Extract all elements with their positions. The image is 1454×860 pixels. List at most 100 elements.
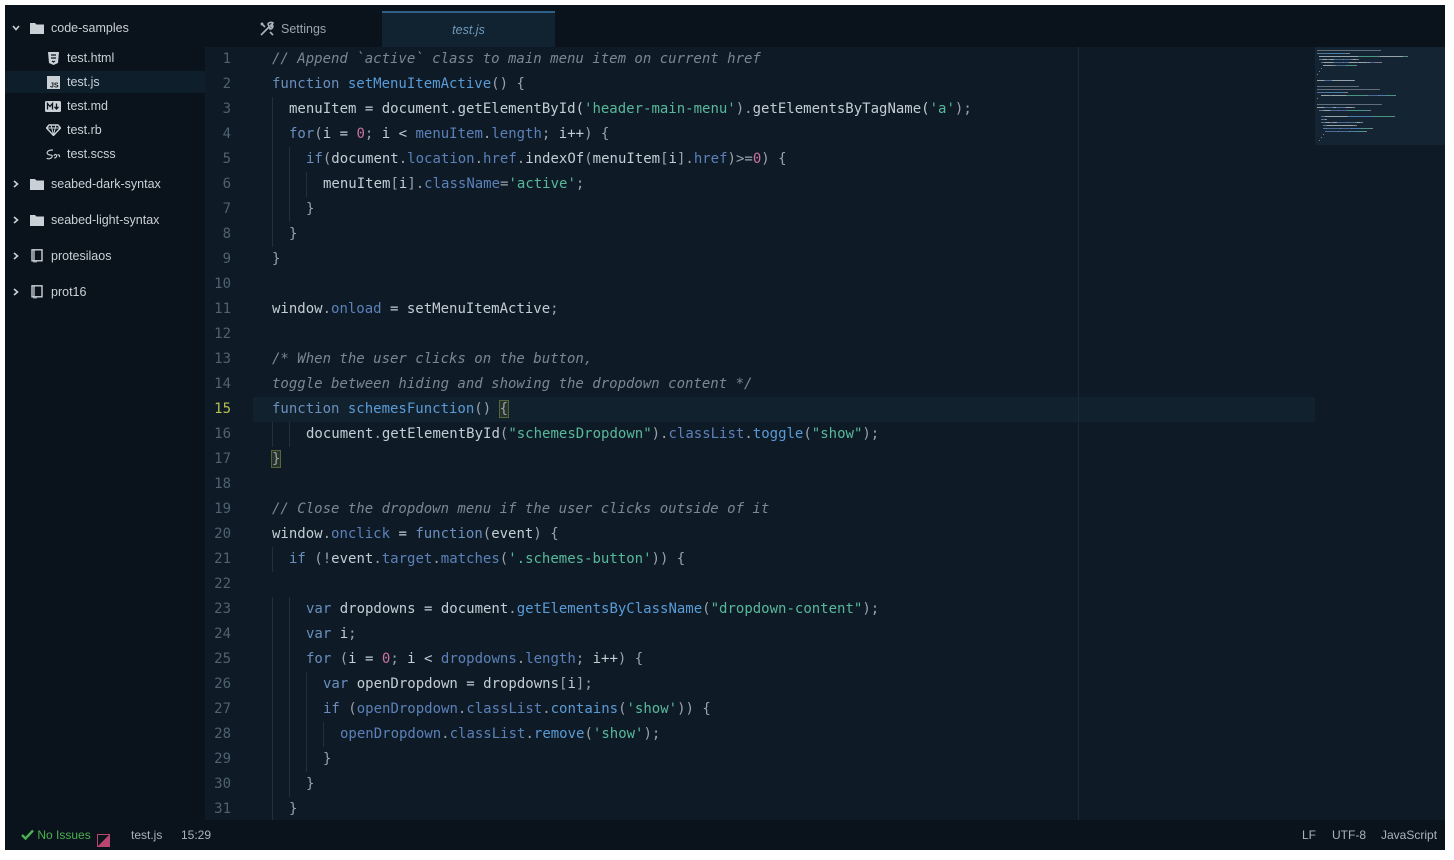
- code-line[interactable]: menuItem[i].className='active';: [323, 172, 584, 197]
- line-number[interactable]: 8: [205, 222, 231, 247]
- code-line[interactable]: // Close the dropdown menu if the user c…: [272, 497, 769, 522]
- code-token: );: [862, 426, 880, 442]
- code-line[interactable]: if(document.location.href.indexOf(menuIt…: [306, 147, 787, 172]
- tree-folder-seabed-dark-syntax[interactable]: seabed-dark-syntax: [5, 173, 205, 195]
- line-number[interactable]: 13: [205, 347, 231, 372]
- code-line[interactable]: var openDropdown = dropdowns[i];: [323, 672, 593, 697]
- line-number[interactable]: 27: [205, 697, 231, 722]
- line-number[interactable]: 9: [205, 247, 231, 272]
- line-number[interactable]: 2: [205, 72, 231, 97]
- code-token: ) {: [617, 651, 644, 667]
- line-number[interactable]: 5: [205, 147, 231, 172]
- tree-file-test-rb[interactable]: test.rb: [5, 119, 205, 141]
- tree-file-test-html[interactable]: test.html: [5, 47, 205, 69]
- line-number[interactable]: 10: [205, 272, 231, 297]
- tree-view[interactable]: code-samples test.html JS test.js test.m…: [5, 5, 205, 820]
- html5-icon: [45, 51, 61, 65]
- linter-status[interactable]: No Issues: [21, 820, 91, 850]
- code-token: href: [483, 151, 517, 167]
- code-line[interactable]: }: [323, 747, 331, 772]
- code-token: length: [525, 651, 576, 667]
- line-number[interactable]: 17: [205, 447, 231, 472]
- line-number[interactable]: 26: [205, 672, 231, 697]
- line-number[interactable]: 21: [205, 547, 231, 572]
- tree-folder-code-samples[interactable]: code-samples: [5, 17, 205, 39]
- code-line[interactable]: }: [289, 797, 297, 820]
- code-line[interactable]: }: [270, 447, 282, 472]
- tree-file-test-js[interactable]: JS test.js: [5, 71, 205, 93]
- code-token: setMenuItemActive: [347, 76, 492, 92]
- code-token: /* When the user clicks on the button,: [272, 351, 593, 367]
- line-number[interactable]: 31: [205, 797, 231, 820]
- line-number[interactable]: 28: [205, 722, 231, 747]
- line-number[interactable]: 3: [205, 97, 231, 122]
- code-line[interactable]: function setMenuItemActive() {: [272, 72, 525, 97]
- minimap[interactable]: [1315, 47, 1445, 145]
- code-line[interactable]: for (i = 0; i < dropdowns.length; i++) {: [306, 647, 643, 672]
- tree-repo-prot16[interactable]: prot16: [5, 281, 205, 303]
- line-number[interactable]: 23: [205, 597, 231, 622]
- status-cursor-position[interactable]: 15:29: [181, 820, 211, 850]
- code-line[interactable]: menuItem = document.getElementById('head…: [289, 97, 972, 122]
- line-number[interactable]: 11: [205, 297, 231, 322]
- diff-icon[interactable]: [97, 828, 111, 847]
- line-number[interactable]: 6: [205, 172, 231, 197]
- line-number[interactable]: 15: [205, 397, 231, 422]
- code-line[interactable]: }: [272, 247, 280, 272]
- tree-file-test-md[interactable]: test.md: [5, 95, 205, 117]
- code-token: (: [482, 526, 492, 542]
- code-token: }: [289, 801, 298, 817]
- code-line[interactable]: var dropdowns = document.getElementsByCl…: [306, 597, 879, 622]
- code-line[interactable]: for(i = 0; i < menuItem.length; i++) {: [289, 122, 609, 147]
- line-number[interactable]: 14: [205, 372, 231, 397]
- tab-label: Settings: [281, 22, 327, 36]
- code-line[interactable]: if (openDropdown.classList.contains('sho…: [323, 697, 711, 722]
- code-line[interactable]: if (!event.target.matches('.schemes-butt…: [289, 547, 685, 572]
- line-number[interactable]: 4: [205, 122, 231, 147]
- code-line[interactable]: document.getElementById("schemesDropdown…: [306, 422, 879, 447]
- line-number[interactable]: 20: [205, 522, 231, 547]
- code-line[interactable]: toggle between hiding and showing the dr…: [272, 372, 752, 397]
- code-line[interactable]: }: [306, 772, 314, 797]
- code-line[interactable]: function schemesFunction() {: [272, 397, 510, 422]
- tab-settings[interactable]: Settings: [259, 11, 379, 47]
- tab-test-js[interactable]: test.js: [382, 11, 555, 47]
- code-line[interactable]: // Append `active` class to main menu it…: [272, 47, 761, 72]
- line-number[interactable]: 18: [205, 472, 231, 497]
- status-line-ending[interactable]: LF: [1302, 820, 1316, 850]
- code-token: () {: [491, 76, 525, 92]
- code-line[interactable]: openDropdown.classList.remove('show');: [340, 722, 660, 747]
- line-number[interactable]: 7: [205, 197, 231, 222]
- code-line[interactable]: var i;: [306, 622, 357, 647]
- tree-file-label: test.js: [67, 75, 100, 89]
- line-number[interactable]: 16: [205, 422, 231, 447]
- code-token: .: [516, 651, 526, 667]
- code-line[interactable]: /* When the user clicks on the button,: [272, 347, 592, 372]
- code-line[interactable]: }: [289, 222, 297, 247]
- tree-folder-seabed-light-syntax[interactable]: seabed-light-syntax: [5, 209, 205, 231]
- line-number[interactable]: 12: [205, 322, 231, 347]
- status-encoding[interactable]: UTF-8: [1332, 820, 1366, 850]
- line-number[interactable]: 25: [205, 647, 231, 672]
- code-token: .: [432, 551, 441, 567]
- line-number[interactable]: 29: [205, 747, 231, 772]
- code-line[interactable]: }: [306, 197, 314, 222]
- tree-file-test-scss[interactable]: test.scss: [5, 143, 205, 165]
- code-line[interactable]: window.onclick = function(event) {: [272, 522, 559, 547]
- minimap-line: [1354, 80, 1355, 81]
- indent-guide: [323, 722, 324, 747]
- tree-repo-protesilaos[interactable]: protesilaos: [5, 245, 205, 267]
- line-number[interactable]: 1: [205, 47, 231, 72]
- text-editor[interactable]: 1 2 3 4 5 6 7 8 9 10 11 12 13 14 15 16 17 18 19 20 21 22 23 24 2…: [205, 47, 1445, 820]
- status-file-name[interactable]: test.js: [131, 820, 162, 850]
- tab-bar: Settings test.js: [205, 5, 1445, 47]
- line-number[interactable]: 24: [205, 622, 231, 647]
- line-number-gutter[interactable]: 1 2 3 4 5 6 7 8 9 10 11 12 13 14 15 16 17 18 19 20 21 22 23 24 2…: [205, 47, 253, 820]
- code-token: .: [398, 151, 408, 167]
- status-grammar[interactable]: JavaScript: [1381, 820, 1437, 850]
- line-number[interactable]: 19: [205, 497, 231, 522]
- code-token: }: [306, 201, 315, 217]
- code-line[interactable]: window.onload = setMenuItemActive;: [272, 297, 559, 322]
- line-number[interactable]: 30: [205, 772, 231, 797]
- line-number[interactable]: 22: [205, 572, 231, 597]
